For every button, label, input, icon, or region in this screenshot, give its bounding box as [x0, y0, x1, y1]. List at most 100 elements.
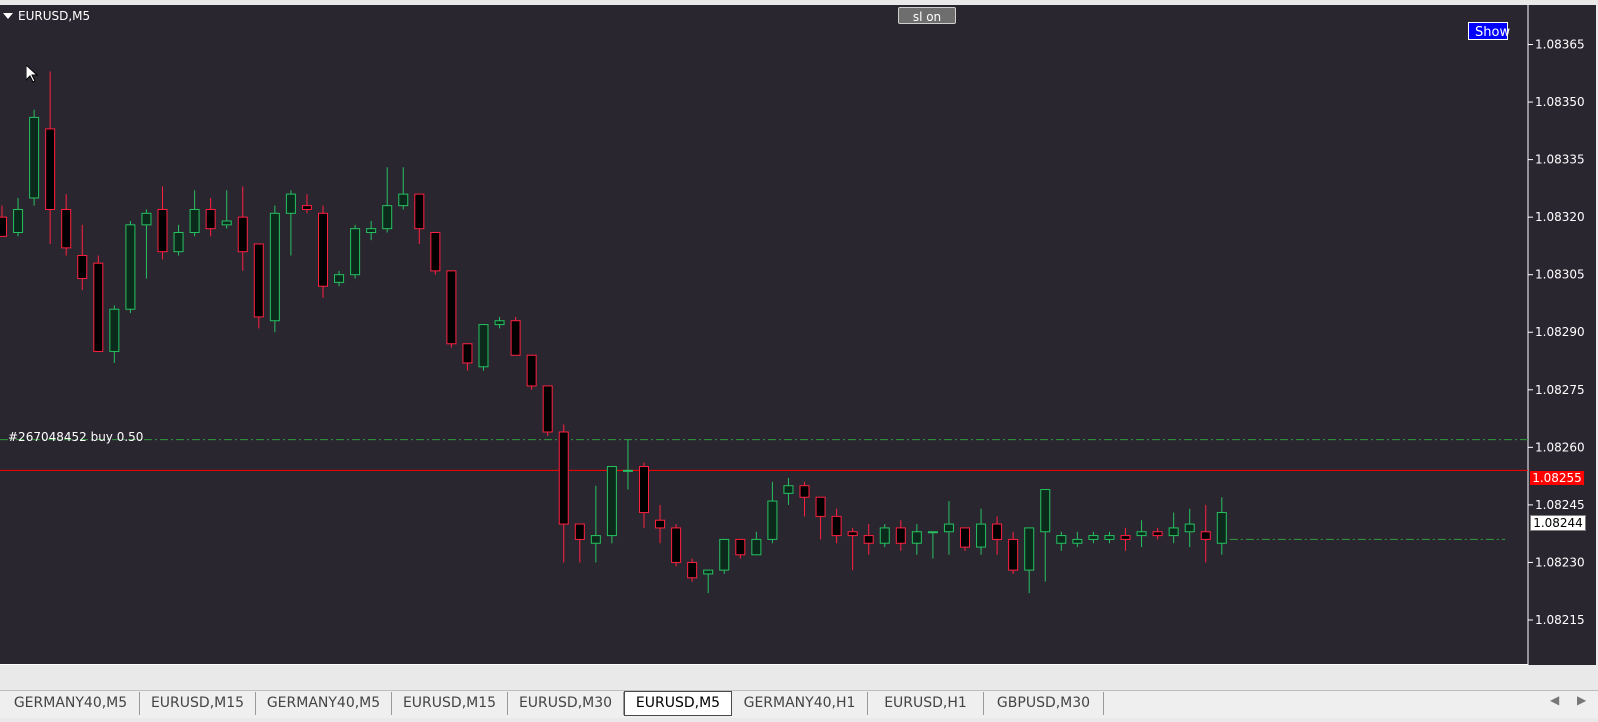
price-tick-label: 1.08320: [1535, 210, 1585, 224]
candle-body: [109, 308, 120, 352]
candle-body: [478, 324, 489, 368]
candle-body: [350, 228, 361, 276]
candle-body: [205, 208, 216, 230]
tab-germany40-h1[interactable]: GERMANY40,H1: [732, 692, 868, 715]
candle-body: [510, 320, 521, 356]
candle-body: [446, 270, 457, 345]
candle-body: [45, 128, 56, 210]
candle-body: [285, 193, 296, 214]
candle-body: [767, 500, 778, 540]
price-tick-label: 1.08335: [1535, 153, 1585, 167]
candle-body: [943, 523, 954, 533]
candle-body: [462, 343, 473, 364]
candle-body: [430, 231, 441, 272]
tab-eurusd-m15[interactable]: EURUSD,M15: [140, 692, 256, 715]
candle-body: [398, 193, 409, 207]
candle-body: [1120, 535, 1131, 540]
chart-canvas[interactable]: 1.08365 1.08350 1.08335 1.08320 1.08305 1.082…: [0, 5, 1596, 665]
symbol-dropdown-icon[interactable]: [3, 13, 13, 19]
tab-eurusd-m30[interactable]: EURUSD,M30: [508, 692, 624, 715]
price-tick-label: 1.08290: [1535, 325, 1585, 339]
candle-body: [960, 527, 970, 548]
show-button[interactable]: Show: [1468, 22, 1510, 40]
candle-body: [783, 485, 794, 494]
price-tick-label: 1.08245: [1535, 498, 1585, 512]
candle-body: [334, 274, 345, 283]
candle-body: [815, 496, 826, 517]
candle-body: [1136, 531, 1147, 537]
candle-body: [13, 208, 24, 233]
candle-body: [735, 538, 746, 556]
tab-germany40-m5[interactable]: GERMANY40,M5: [256, 692, 392, 715]
candle-body: [687, 561, 698, 579]
candle-body: [253, 243, 264, 318]
price-tick-label: 1.08305: [1535, 268, 1585, 282]
candle-body: [590, 535, 601, 544]
candle-body: [221, 220, 232, 226]
candle-body: [237, 216, 248, 253]
candle-body: [622, 469, 633, 472]
tab-germany40-m5[interactable]: GERMANY40,M5: [2, 692, 140, 715]
candle-body: [141, 212, 152, 226]
candle-body: [526, 354, 537, 387]
candle-body: [157, 208, 168, 253]
candle-body: [1088, 535, 1099, 540]
price-tick-label: 1.08215: [1535, 613, 1585, 627]
candle-body: [366, 228, 377, 233]
candle-body: [703, 569, 714, 575]
price-tick-label: 1.08260: [1535, 440, 1585, 454]
candle-body: [301, 205, 312, 210]
candle-body: [655, 519, 666, 529]
candle-body: [831, 515, 842, 537]
candle-body: [1024, 527, 1035, 571]
candle-body: [1104, 535, 1115, 540]
mouse-pointer-icon: [26, 65, 38, 83]
candle-body: [494, 320, 505, 326]
candle-body: [574, 523, 585, 540]
bid-price-tag: 1.08255: [1530, 471, 1584, 485]
candle-body: [61, 208, 72, 249]
candle-body: [863, 535, 874, 544]
candle-body: [382, 205, 393, 230]
triangle-left-icon[interactable]: ◀: [1550, 693, 1559, 707]
triangle-right-icon[interactable]: ▶: [1577, 693, 1586, 707]
price-tick-label: 1.08350: [1535, 95, 1585, 109]
tab-eurusd-m15[interactable]: EURUSD,M15: [392, 692, 508, 715]
ask-price-tag: 1.08244: [1530, 515, 1586, 531]
candle-body: [1152, 531, 1163, 537]
tab-gbpusd-m30[interactable]: GBPUSD,M30: [984, 692, 1104, 715]
candle-body: [976, 523, 987, 548]
candle-body: [639, 466, 649, 514]
chart-tab-bar: GERMANY40,M5 EURUSD,M15 GERMANY40,M5 EURUSD…: [0, 690, 1598, 718]
candle-body: [1216, 512, 1227, 544]
candle-body: [799, 485, 810, 498]
price-chart[interactable]: 1.08365 1.08350 1.08335 1.08320 1.08305 1.082…: [0, 5, 1596, 665]
candle-body: [0, 216, 7, 237]
candle-body: [879, 527, 890, 544]
order-label: #267048452 buy 0.50: [8, 430, 144, 444]
candle-body: [1200, 531, 1211, 540]
price-tick-label: 1.08230: [1535, 555, 1585, 569]
candle-body: [29, 116, 40, 199]
sl-toggle-button[interactable]: sl on: [898, 7, 956, 24]
candle-body: [927, 531, 938, 534]
candle-body: [318, 212, 328, 287]
candle-body: [671, 527, 682, 563]
candle-body: [1184, 523, 1195, 533]
candle-body: [992, 523, 1003, 540]
candle-body: [173, 231, 184, 253]
symbol-label[interactable]: EURUSD,M5: [18, 9, 90, 23]
candle-body: [269, 212, 280, 322]
candle-body: [751, 538, 762, 556]
candle-body: [847, 531, 858, 537]
candle-body: [1072, 538, 1083, 544]
tab-eurusd-m5[interactable]: EURUSD,M5: [624, 691, 732, 716]
candle-body: [719, 538, 730, 571]
candle-body: [93, 262, 104, 352]
tab-eurusd-h1[interactable]: EURUSD,H1: [868, 692, 984, 715]
trading-terminal: 1.08365 1.08350 1.08335 1.08320 1.08305 1.082…: [0, 0, 1598, 722]
price-tick-label: 1.08365: [1535, 38, 1585, 52]
candle-body: [1168, 527, 1179, 537]
candle-body: [414, 193, 425, 230]
candle-body: [558, 431, 569, 525]
